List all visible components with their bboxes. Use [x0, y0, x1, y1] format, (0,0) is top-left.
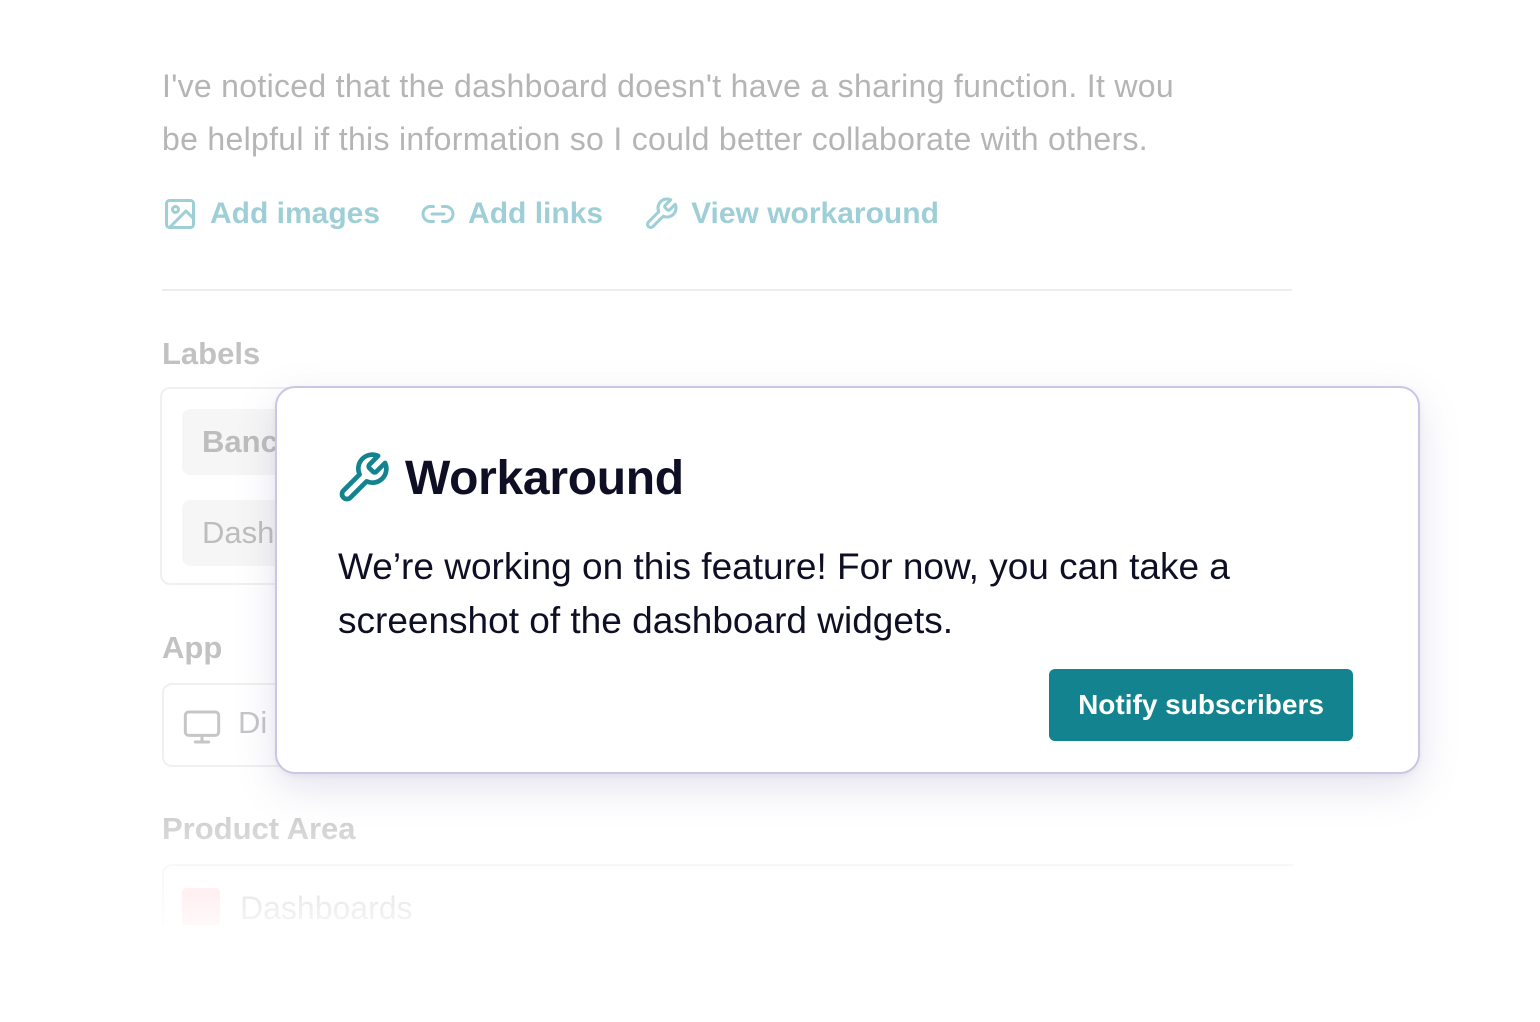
feedback-description: I've noticed that the dashboard doesn't … [162, 60, 1293, 166]
image-icon [165, 199, 195, 229]
view-workaround-button[interactable]: View workaround [643, 196, 939, 232]
app-value: Di [238, 705, 268, 740]
view-workaround-label: View workaround [691, 197, 939, 230]
description-line-2: be helpful if this information so I coul… [162, 121, 1148, 157]
product-area-heading: Product Area [162, 811, 356, 846]
product-area-value: Dashboards [240, 890, 413, 925]
add-links-button[interactable]: Add links [420, 196, 603, 232]
product-area-color-swatch [182, 888, 220, 925]
section-divider [162, 289, 1292, 291]
workaround-title: Workaround [405, 451, 684, 505]
workaround-message-line-2: screenshot of the dashboard widgets. [338, 600, 953, 641]
product-area-select[interactable]: Dashboards [162, 864, 1293, 925]
labels-heading: Labels [162, 336, 261, 371]
monitor-icon [183, 710, 221, 744]
wrench-icon [339, 452, 389, 502]
wrench-icon [646, 197, 678, 229]
notify-subscribers-button[interactable]: Notify subscribers [1049, 669, 1353, 741]
add-images-button[interactable]: Add images [162, 196, 380, 232]
add-links-label: Add links [468, 197, 604, 230]
add-images-label: Add images [210, 197, 381, 230]
link-icon [421, 205, 455, 223]
app-heading: App [162, 630, 223, 665]
workaround-message-line-1: We’re working on this feature! For now, … [338, 546, 1230, 587]
workaround-header: Workaround [335, 450, 684, 506]
workaround-message: We’re working on this feature! For now, … [338, 540, 1378, 648]
description-actions: Add images Add links View workaround [162, 196, 979, 232]
workaround-popover: Workaround We’re working on this feature… [275, 386, 1420, 774]
description-line-1: I've noticed that the dashboard doesn't … [162, 68, 1174, 104]
